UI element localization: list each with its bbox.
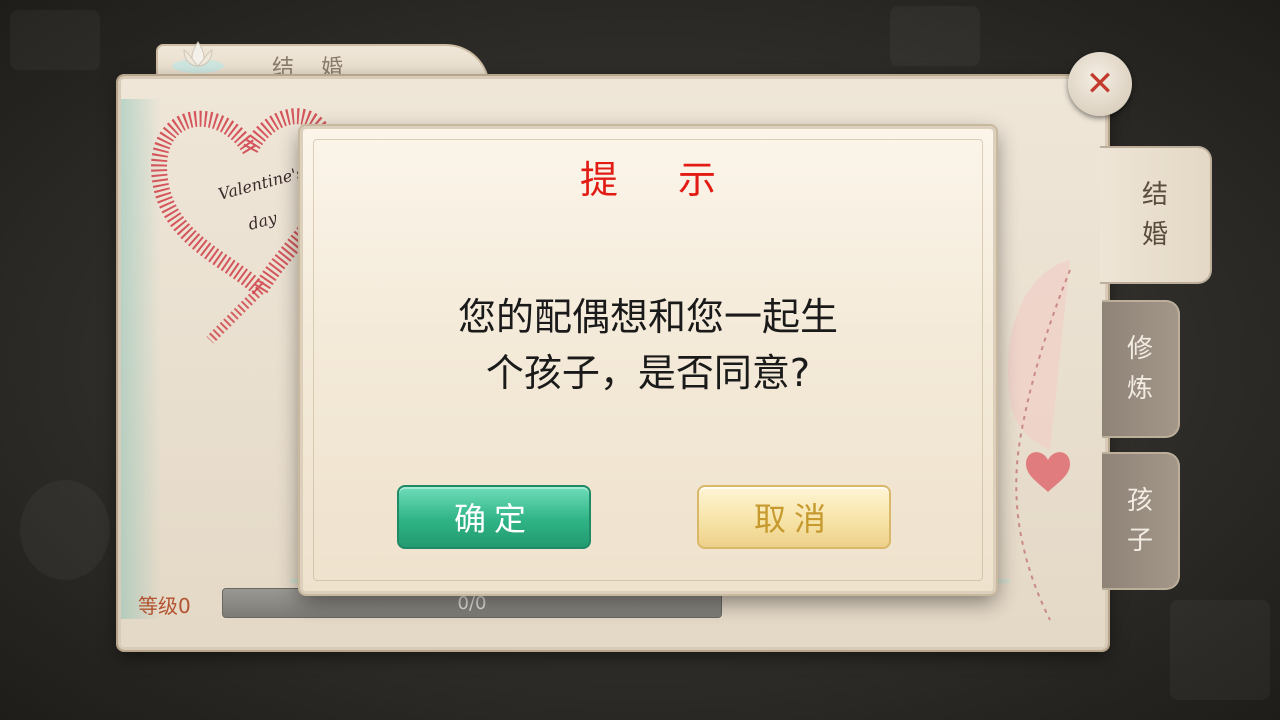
tab-children[interactable]: 孩 子: [1102, 452, 1180, 590]
svg-text:day: day: [246, 208, 280, 234]
level-label: 等级0: [138, 594, 191, 618]
tab-label: 孩: [1126, 486, 1153, 516]
tab-cultivation[interactable]: 修 炼: [1102, 300, 1180, 438]
dialog-message-line: 您的配偶想和您一起生: [457, 295, 838, 339]
background-ui-block: [10, 10, 100, 70]
svg-text:Valentine's: Valentine's: [216, 163, 306, 204]
dialog-message: 您的配偶想和您一起生 个孩子，是否同意?: [383, 289, 913, 401]
close-icon: ✕: [1085, 64, 1115, 104]
dialog-title: 提示: [579, 158, 776, 202]
cancel-button[interactable]: 取消: [697, 485, 891, 549]
background-ui-block: [890, 6, 980, 66]
tab-label: 婚: [1141, 220, 1168, 250]
tab-label: 子: [1126, 526, 1153, 556]
tab-label: 炼: [1126, 374, 1153, 404]
background-ui-block: [20, 480, 110, 580]
background-ui-block: [1170, 600, 1270, 700]
tab-marriage[interactable]: 结 婚: [1100, 146, 1212, 284]
lotus-icon: [172, 41, 224, 73]
dialog-message-line: 个孩子，是否同意?: [485, 351, 811, 395]
close-button[interactable]: ✕: [1068, 52, 1132, 116]
confirm-dialog: 提示 您的配偶想和您一起生 个孩子，是否同意? 确定 取消: [300, 126, 996, 594]
confirm-button[interactable]: 确定: [397, 485, 591, 549]
tab-label: 修: [1126, 334, 1153, 364]
tab-label: 结: [1141, 180, 1168, 210]
